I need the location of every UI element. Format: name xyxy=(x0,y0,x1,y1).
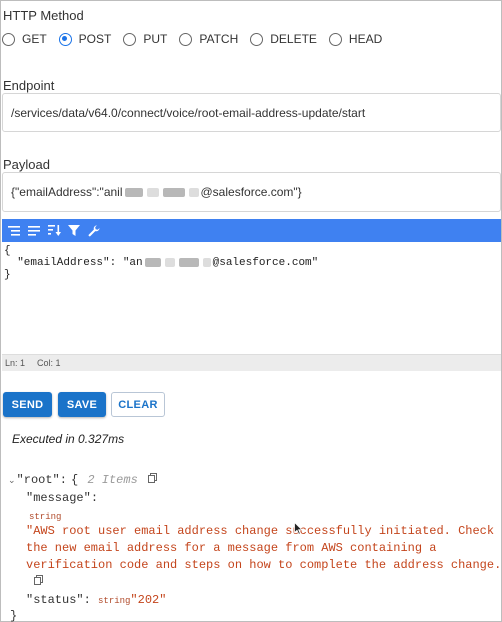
json-message-colon: : xyxy=(90,491,99,505)
radio-post[interactable] xyxy=(58,32,72,46)
json-message-type-label: string xyxy=(29,512,62,522)
collapse-toggle-icon[interactable]: ⌄ xyxy=(8,476,16,486)
json-message-type: string xyxy=(29,509,61,523)
json-status-row: "status": string"202" xyxy=(26,593,166,607)
radio-delete[interactable] xyxy=(250,32,264,46)
redacted-block xyxy=(144,257,161,267)
endpoint-input[interactable]: /services/data/v64.0/connect/voice/root-… xyxy=(2,93,501,132)
redacted-block xyxy=(202,257,211,267)
json-status-colon: : xyxy=(83,593,91,607)
json-item-count: 2 Items xyxy=(87,473,138,488)
method-delete-label: DELETE xyxy=(270,32,317,46)
method-get-option[interactable]: GET xyxy=(2,32,47,46)
json-root-brace: { xyxy=(70,473,79,488)
clear-button[interactable]: CLEAR xyxy=(111,392,165,417)
method-patch-option[interactable]: PATCH xyxy=(179,32,238,46)
json-message-key-row: "message": xyxy=(26,491,98,505)
editor-column-number: Col: 1 xyxy=(37,358,61,368)
http-method-label: HTTP Method xyxy=(3,8,84,23)
method-put-option[interactable]: PUT xyxy=(123,32,167,46)
sort-icon[interactable] xyxy=(47,224,61,238)
json-root-row: ⌄"root":{ 2 Items xyxy=(8,473,157,487)
editor-line-2: "emailAddress": "an @salesforce.com" xyxy=(4,257,501,269)
json-close-brace: } xyxy=(10,609,18,622)
filter-icon[interactable] xyxy=(67,224,81,238)
redacted-block xyxy=(162,187,185,197)
endpoint-label: Endpoint xyxy=(3,78,55,93)
save-button[interactable]: SAVE xyxy=(58,392,106,417)
editor-line-3: } xyxy=(4,269,11,281)
json-message-value-line-3: verification code and steps on how to co… xyxy=(26,558,502,572)
compact-json-icon[interactable] xyxy=(27,224,41,238)
editor-line-number: Ln: 1 xyxy=(5,358,26,368)
json-message-key: "message" xyxy=(26,491,91,505)
radio-head[interactable] xyxy=(328,32,342,46)
endpoint-value: /services/data/v64.0/connect/voice/root-… xyxy=(11,105,366,120)
editor-content[interactable]: { "emailAddress": "an @salesforce.com"} xyxy=(2,242,501,354)
radio-get[interactable] xyxy=(2,32,15,46)
method-get-label: GET xyxy=(22,32,47,46)
method-delete-option[interactable]: DELETE xyxy=(250,32,317,46)
payload-value-prefix: {"emailAddress":"anil xyxy=(11,185,123,199)
copy-icon[interactable] xyxy=(148,473,157,487)
json-editor[interactable]: { "emailAddress": "an @salesforce.com"} L… xyxy=(2,219,501,371)
redacted-block xyxy=(188,187,199,197)
redacted-block xyxy=(178,257,199,267)
editor-line-2-suffix: @salesforce.com" xyxy=(212,257,319,269)
format-json-icon[interactable] xyxy=(7,224,21,238)
method-post-option[interactable]: POST xyxy=(58,32,112,46)
radio-put[interactable] xyxy=(123,32,137,46)
execution-time: Executed in 0.327ms xyxy=(12,432,125,446)
redacted-block xyxy=(164,257,175,267)
method-head-label: HEAD xyxy=(348,32,383,46)
editor-statusbar: Ln: 1 Col: 1 xyxy=(2,354,501,371)
json-status-type: string xyxy=(98,596,131,606)
payload-label: Payload xyxy=(3,157,50,172)
json-status-key: "status" xyxy=(26,593,84,607)
http-method-radio-group: GET POST PUT PATCH DELETE HEAD xyxy=(2,30,394,48)
send-button[interactable]: SEND xyxy=(3,392,52,417)
json-message-value-line-2: the new email address for a message from… xyxy=(26,541,437,555)
json-message-value-line-1: "AWS root user email address change succ… xyxy=(26,524,495,538)
editor-toolbar xyxy=(2,219,501,242)
json-status-value: "202" xyxy=(130,593,167,607)
redacted-block xyxy=(146,187,159,197)
method-put-label: PUT xyxy=(143,32,168,46)
radio-patch[interactable] xyxy=(179,32,193,46)
editor-line-2-prefix: "emailAddress": "an xyxy=(4,257,143,269)
editor-line-1: { xyxy=(4,245,11,257)
json-root-key: "root" xyxy=(16,473,60,488)
copy-icon[interactable] xyxy=(34,575,43,589)
json-message-copy-row xyxy=(34,575,43,589)
redacted-block xyxy=(124,187,143,197)
json-root-colon: : xyxy=(59,473,67,488)
payload-value-suffix: @salesforce.com"} xyxy=(200,185,302,199)
method-post-label: POST xyxy=(78,32,112,46)
method-patch-label: PATCH xyxy=(199,32,239,46)
method-head-option[interactable]: HEAD xyxy=(328,32,383,46)
payload-input[interactable]: {"emailAddress":"anil @salesforce.com"} xyxy=(2,172,501,212)
wrench-icon[interactable] xyxy=(87,224,101,238)
mouse-cursor-icon xyxy=(294,521,303,540)
